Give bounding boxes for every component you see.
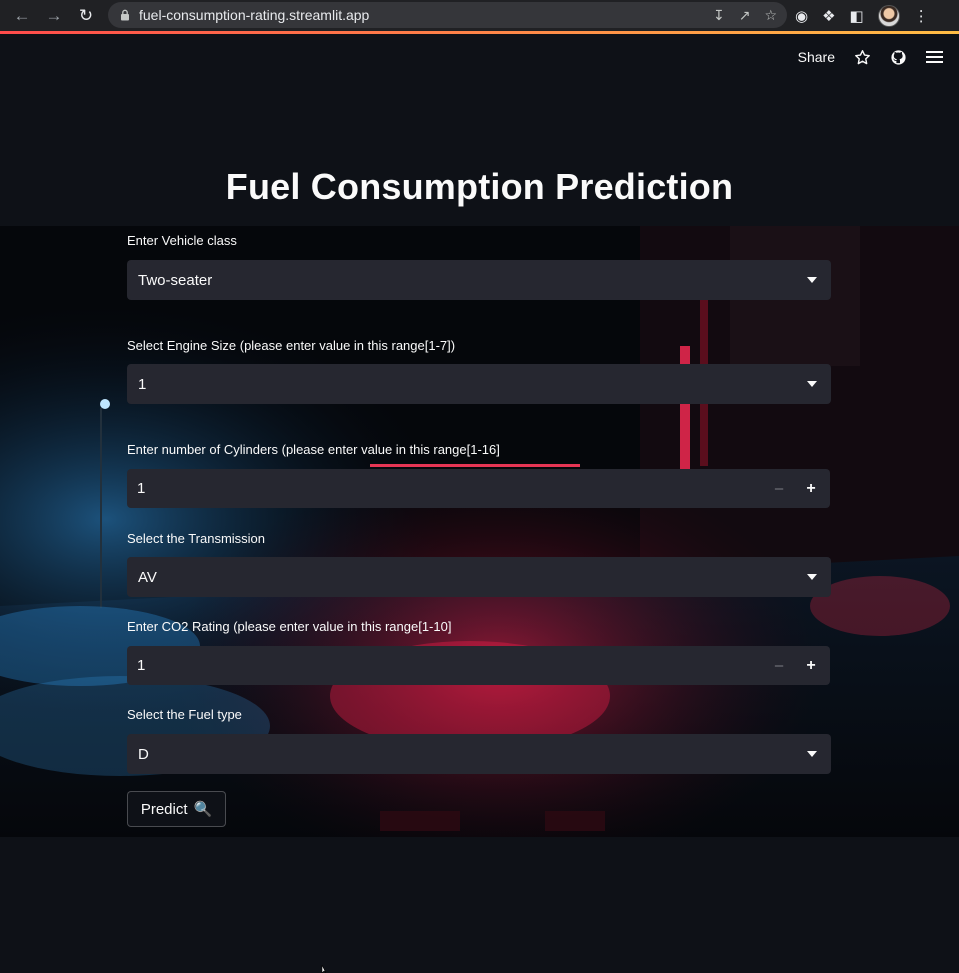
puzzle-extensions-icon[interactable]: ❖: [822, 7, 835, 25]
profile-avatar[interactable]: [877, 4, 900, 27]
page-title: Fuel Consumption Prediction: [225, 166, 734, 207]
bookmark-star-icon[interactable]: ☆: [764, 7, 777, 24]
transmission-label: Select the Transmission: [127, 531, 266, 546]
forward-arrow-icon[interactable]: →: [44, 6, 64, 26]
fuel-type-value: D: [138, 745, 149, 763]
browser-menu-icon[interactable]: ⋮: [914, 7, 929, 25]
predict-button[interactable]: Predict 🔍: [127, 791, 226, 827]
magnifier-icon: 🔍: [193, 801, 213, 818]
fuel-type-label: Select the Fuel type: [127, 707, 242, 722]
star-icon[interactable]: [853, 48, 871, 66]
predict-button-label: Predict: [140, 800, 188, 818]
vehicle-class-select[interactable]: Two-seater: [127, 260, 831, 300]
engine-size-value: 1: [138, 375, 147, 393]
github-icon[interactable]: [889, 48, 907, 66]
reload-icon[interactable]: ↻: [76, 6, 96, 26]
share-page-icon[interactable]: ↗: [739, 7, 751, 24]
engine-size-label: Select Engine Size (please enter value i…: [127, 338, 456, 353]
install-app-icon[interactable]: ↧: [713, 7, 725, 24]
minus-icon[interactable]: –: [768, 646, 790, 685]
back-arrow-icon[interactable]: ←: [12, 6, 32, 26]
chevron-down-icon: [807, 574, 817, 580]
cylinders-value: 1: [137, 480, 146, 497]
fuel-type-select[interactable]: D: [127, 734, 831, 774]
co2-rating-label: Enter CO2 Rating (please enter value in …: [127, 619, 452, 634]
extension-circle-icon[interactable]: ◉: [795, 7, 808, 25]
background-image-section: Enter Vehicle class Two-seater Select En…: [0, 226, 959, 837]
co2-rating-number-input[interactable]: 1 – +: [127, 646, 830, 685]
lock-icon: [121, 9, 129, 21]
co2-rating-value: 1: [137, 657, 146, 674]
cylinders-label: Enter number of Cylinders (please enter …: [127, 442, 500, 457]
cylinders-number-input[interactable]: 1 – +: [127, 469, 830, 508]
address-bar[interactable]: fuel-consumption-rating.streamlit.app ↧ …: [108, 2, 787, 28]
vehicle-class-value: Two-seater: [138, 271, 213, 289]
url-text: fuel-consumption-rating.streamlit.app: [139, 7, 370, 23]
engine-size-select[interactable]: 1: [127, 364, 831, 404]
app-toolbar: Share: [798, 48, 943, 66]
streamlit-app: Share Fuel Consumption Prediction Enter …: [0, 34, 959, 973]
transmission-select[interactable]: AV: [127, 557, 831, 597]
chevron-down-icon: [807, 751, 817, 757]
chevron-down-icon: [807, 381, 817, 387]
mouse-cursor-icon: [321, 965, 327, 973]
share-button[interactable]: Share: [798, 49, 835, 65]
vehicle-class-label: Enter Vehicle class: [127, 233, 237, 248]
hamburger-menu-icon[interactable]: [925, 48, 943, 66]
transmission-value: AV: [138, 568, 157, 586]
plus-icon[interactable]: +: [800, 646, 822, 685]
side-panel-icon[interactable]: ◧: [850, 7, 864, 25]
minus-icon[interactable]: –: [768, 469, 790, 508]
chevron-down-icon: [807, 277, 817, 283]
plus-icon[interactable]: +: [800, 469, 822, 508]
browser-toolbar: ← → ↻ fuel-consumption-rating.streamlit.…: [0, 0, 959, 31]
